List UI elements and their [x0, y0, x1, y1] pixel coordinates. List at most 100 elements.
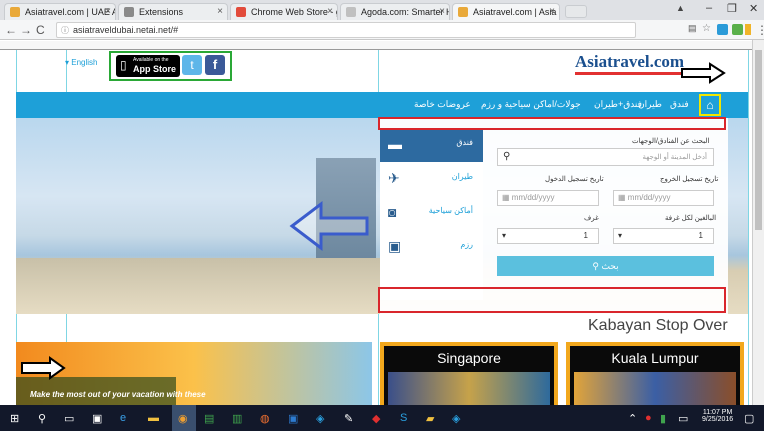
tray-icon[interactable]: ● [645, 412, 652, 424]
section-caption: Kabayan Stop Over [588, 317, 728, 334]
adults-label: البالغين لكل غرفة [665, 215, 717, 222]
twitter-icon[interactable]: t [182, 55, 202, 75]
clock-time: 11:07 PM [702, 409, 733, 416]
calendar-icon: ▦ [618, 193, 628, 202]
app-icon[interactable]: ▥ [232, 412, 242, 425]
task-view-icon[interactable]: ▭ [64, 412, 74, 425]
clock[interactable]: 11:07 PM 9/25/2016 [702, 409, 733, 423]
favicon-icon [458, 7, 468, 17]
close-window-icon[interactable]: ✕ [749, 2, 758, 15]
checkout-input[interactable]: ▦ mm/dd/yyyy [613, 190, 714, 206]
checkout-label: تاريخ تسجيل الخروج [660, 176, 719, 183]
checkin-input[interactable]: ▦ mm/dd/yyyy [497, 190, 599, 206]
promo-image [574, 372, 736, 406]
tab-attractions[interactable]: ◙ أماكن سياحية [380, 198, 483, 230]
close-tab-icon[interactable]: × [105, 6, 111, 17]
tray-chevron-icon[interactable]: ⌃ [628, 412, 637, 425]
toolbar: ← → C ⓘ asiatraveldubai.netai.net/# ▤ ☆ … [0, 20, 764, 40]
translate-icon[interactable]: ▤ [688, 23, 697, 34]
promo-card-kuala-lumpur[interactable]: Kuala Lumpur [566, 342, 744, 410]
outlook-icon[interactable]: ▣ [288, 412, 298, 425]
extension-icon[interactable] [745, 24, 751, 35]
notification-icon[interactable]: ▢ [744, 412, 754, 425]
extension-icon[interactable] [717, 24, 728, 35]
keyboard-icon[interactable]: ▭ [678, 412, 688, 425]
language-selector[interactable]: ▾ English [65, 58, 98, 67]
skype-icon[interactable]: S [400, 412, 407, 424]
facebook-icon[interactable]: f [205, 55, 225, 75]
browser-tab[interactable]: Extensions × [118, 3, 228, 20]
close-tab-icon[interactable]: × [327, 6, 333, 17]
browser-window: Asiatravel.com | UAE Asi × Extensions × … [0, 0, 764, 431]
browser-tab-active[interactable]: Asiatravel.com | Asia Tra × [452, 3, 560, 20]
browser-tab[interactable]: Chrome Web Store - gri × [230, 3, 338, 20]
destination-input[interactable]: ⚲ أدخل المدينة أو الوجهة [497, 148, 714, 166]
network-icon[interactable]: ▮ [660, 412, 666, 425]
puzzle-icon [124, 7, 134, 17]
tab-hotel[interactable]: ▬ فندق [380, 130, 483, 162]
back-icon[interactable]: ← [5, 23, 17, 37]
tab-title: Agoda.com: Smarter Ho [361, 7, 450, 17]
maximize-icon[interactable]: ❐ [727, 2, 737, 15]
app-store-small-text: Available on the [133, 57, 169, 63]
promo-card-singapore[interactable]: Singapore [380, 342, 558, 410]
search-tabs: ▬ فندق ✈ طيران ◙ أماكن سياحية ▣ رزم [380, 130, 483, 300]
forward-icon[interactable]: → [20, 23, 32, 37]
app-icon[interactable]: ✎ [344, 412, 353, 425]
app-store-text: App Store [133, 64, 177, 74]
address-bar[interactable]: ⓘ asiatraveldubai.netai.net/# [56, 22, 636, 38]
menu-icon[interactable]: ⋮ [756, 23, 764, 37]
nav-item-hotel[interactable]: فندق [670, 99, 689, 110]
plane-icon: ✈ [388, 170, 400, 186]
windows-start-icon[interactable]: ⊞ [10, 412, 19, 425]
app-icon[interactable]: ◆ [372, 412, 380, 425]
beach [16, 258, 396, 314]
profile-icon[interactable]: ▲ [676, 3, 685, 13]
favicon-icon [10, 7, 20, 17]
reload-icon[interactable]: C [36, 23, 45, 37]
url-text: asiatraveldubai.netai.net/# [73, 25, 179, 35]
app-icon[interactable]: ◈ [316, 412, 324, 425]
rooms-select[interactable]: ▾ 1 [497, 228, 599, 244]
nav-item-special-offers[interactable]: عروضات خاصة [414, 99, 471, 110]
chrome-icon: ◉ [178, 413, 188, 425]
notes-icon[interactable]: ▰ [426, 412, 434, 425]
bed-icon: ▬ [388, 136, 402, 152]
bookmark-star-icon[interactable]: ☆ [702, 23, 711, 34]
browser-tab[interactable]: Asiatravel.com | UAE Asi × [4, 3, 116, 20]
store-icon[interactable]: ▣ [92, 412, 102, 425]
app-store-button[interactable]: ▯ Available on the App Store [116, 55, 180, 77]
chrome-store-icon [236, 7, 246, 17]
tab-flight[interactable]: ✈ طيران [380, 164, 483, 196]
search-button[interactable]: ⚲ بحث [497, 256, 714, 276]
app-icon[interactable]: ◈ [452, 412, 460, 425]
rooms-value: 1 [583, 231, 588, 240]
taskbar-active-app[interactable]: ◉ [172, 405, 196, 431]
edge-icon[interactable]: e [120, 412, 126, 424]
scrollbar-thumb[interactable] [755, 50, 762, 230]
tab-packages[interactable]: ▣ رزم [380, 232, 483, 264]
close-tab-icon[interactable]: × [439, 6, 445, 17]
new-tab-button[interactable] [565, 5, 587, 18]
minimize-icon[interactable]: – [706, 2, 712, 14]
firefox-icon[interactable]: ◍ [260, 412, 270, 425]
promo-banner[interactable]: Make the most out of your vacation with … [16, 342, 372, 405]
nav-item-hotel-flight[interactable]: فندق+طيران [594, 99, 642, 110]
home-icon[interactable]: ⌂ [699, 94, 721, 116]
annotation-red-box [378, 287, 726, 313]
tab-title: Extensions [139, 7, 184, 17]
close-tab-icon[interactable]: × [217, 6, 223, 17]
main-nav: فندق طيران فندق+طيران جولات/اماكن سياحية… [16, 92, 748, 118]
close-tab-icon[interactable]: × [549, 6, 555, 17]
info-icon[interactable]: ⓘ [61, 25, 69, 36]
file-explorer-icon[interactable]: ▬ [148, 412, 159, 424]
camera-icon: ◙ [388, 204, 397, 220]
briefcase-icon: ▣ [388, 238, 402, 254]
app-icon[interactable]: ▤ [204, 412, 214, 425]
nav-item-tours[interactable]: جولات/اماكن سياحية و رزم [481, 99, 581, 110]
browser-tab[interactable]: Agoda.com: Smarter Ho × [340, 3, 450, 20]
adults-select[interactable]: ▾ 1 [613, 228, 714, 244]
extension-icon[interactable] [732, 24, 743, 35]
search-icon[interactable]: ⚲ [38, 412, 46, 425]
scrollbar[interactable] [752, 40, 764, 405]
